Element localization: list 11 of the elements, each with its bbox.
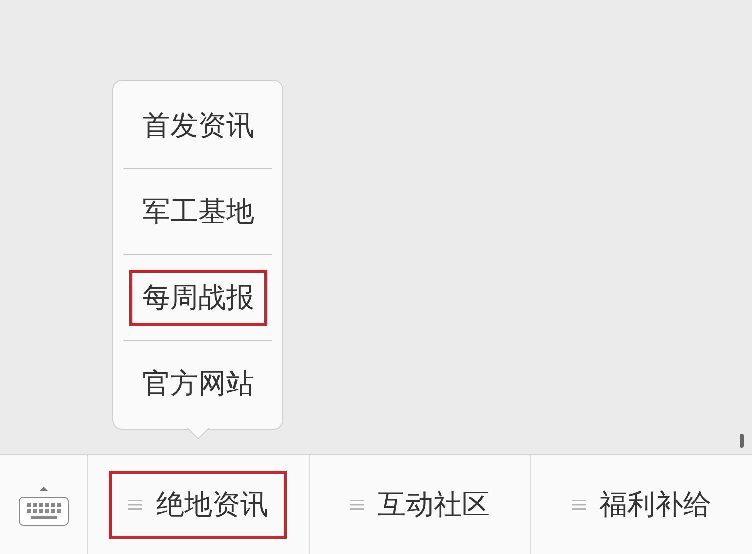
submenu-item[interactable]: 每周战报 (129, 270, 268, 326)
menu-icon (350, 498, 364, 510)
scroll-thumb (740, 434, 744, 448)
submenu-item[interactable]: 首发资讯 (129, 98, 268, 154)
menu-tab[interactable]: 互动社区 (331, 470, 509, 538)
menu-icon (572, 498, 586, 510)
menu-icon (128, 498, 142, 510)
submenu-item[interactable]: 官方网站 (129, 356, 268, 412)
menu-tab[interactable]: 福利补给 (552, 470, 731, 538)
submenu-item[interactable]: 军工基地 (129, 184, 268, 240)
menu-tab[interactable]: 绝地资讯 (109, 470, 288, 538)
